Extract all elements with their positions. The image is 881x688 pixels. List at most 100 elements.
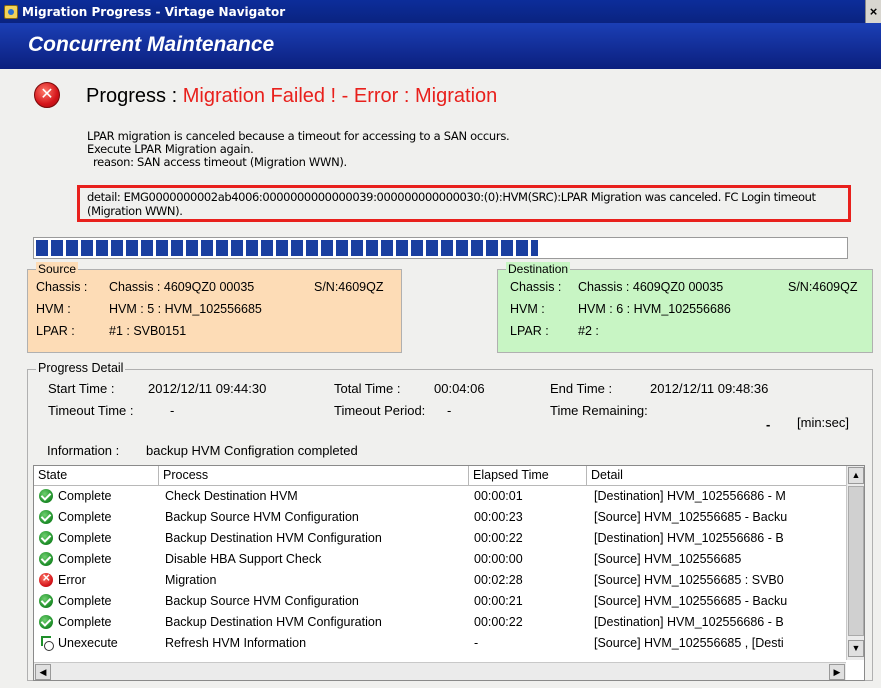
table-row[interactable]: Complete Backup Destination HVM Configur…: [34, 612, 846, 633]
row-detail: [Source] HVM_102556685: [594, 552, 742, 566]
message-reason: reason: SAN access timeout (Migration WW…: [93, 155, 347, 169]
destination-chassis-label: Chassis :: [510, 280, 562, 294]
row-detail: [Destination] HVM_102556686 - B: [594, 615, 784, 629]
start-time-value: 2012/12/11 09:44:30: [148, 381, 267, 396]
destination-lpar-value: #2 :: [578, 324, 599, 338]
column-header-elapsed-time[interactable]: Elapsed Time: [469, 466, 587, 486]
information-label: Information :: [47, 443, 120, 458]
error-icon: [39, 570, 53, 587]
row-state: Complete: [58, 510, 112, 524]
timeout-period-value: -: [447, 403, 452, 418]
row-state: Complete: [58, 594, 112, 608]
complete-icon: [39, 594, 53, 608]
progress-value: Migration Failed ! - Error : Migration: [182, 85, 498, 107]
window-title: Migration Progress - Virtage Navigator: [22, 4, 286, 19]
detail-box: detail: EMG0000000002ab4006:000000000000…: [77, 185, 851, 222]
table-row[interactable]: Complete Disable HBA Support Check 00:00…: [34, 549, 846, 570]
source-chassis-label: Chassis :: [36, 280, 88, 294]
end-time-label: End Time :: [550, 381, 613, 396]
destination-hvm-label: HVM :: [510, 302, 545, 316]
source-chassis-value: Chassis : 4609QZ0 00035: [109, 280, 255, 294]
row-detail: [Destination] HVM_102556686 - B: [594, 531, 784, 545]
row-process: Backup Source HVM Configuration: [165, 510, 359, 524]
complete-icon: [39, 531, 53, 545]
vertical-scroll-thumb[interactable]: [848, 486, 864, 636]
progress-detail-title: Progress Detail: [36, 361, 126, 375]
timeout-time-value: -: [170, 403, 175, 418]
table-row[interactable]: Complete Check Destination HVM 00:00:01 …: [34, 486, 846, 507]
horizontal-scrollbar[interactable]: ◀ ▶: [34, 662, 846, 680]
main-content: ✕ Progress : Migration Failed ! - Error …: [0, 69, 881, 688]
row-state: Complete: [58, 489, 112, 503]
time-remaining-label: Time Remaining:: [550, 403, 648, 418]
row-detail: [Destination] HVM_102556686 - M: [594, 489, 786, 503]
detail-text: detail: EMG0000000002ab4006:000000000000…: [87, 190, 816, 218]
start-time-label: Start Time :: [48, 381, 115, 396]
progress-status: Progress : Migration Failed ! - Error : …: [86, 85, 497, 108]
scroll-right-icon[interactable]: ▶: [829, 664, 845, 680]
destination-lpar-label: LPAR :: [510, 324, 549, 338]
row-process: Backup Destination HVM Configuration: [165, 615, 382, 629]
table-header: State Process Elapsed Time Detail: [34, 466, 846, 486]
table-row[interactable]: Unexecute Refresh HVM Information - [Sou…: [34, 633, 846, 654]
column-header-detail[interactable]: Detail: [587, 466, 846, 486]
destination-chassis-value: Chassis : 4609QZ0 00035: [578, 280, 724, 294]
row-process: Migration: [165, 573, 217, 587]
complete-icon: [39, 615, 53, 629]
source-title: Source: [36, 262, 79, 276]
app-icon: [4, 4, 18, 19]
complete-icon: [39, 489, 53, 503]
timeout-period-label: Timeout Period:: [334, 403, 426, 418]
information-value: backup HVM Configration completed: [146, 443, 358, 458]
row-elapsed: 00:00:21: [474, 594, 523, 608]
destination-serial: S/N:4609QZ: [788, 280, 858, 294]
complete-icon: [39, 552, 53, 566]
unexecute-icon: [39, 636, 54, 651]
row-process: Backup Source HVM Configuration: [165, 594, 359, 608]
destination-title: Destination: [506, 262, 571, 276]
row-elapsed: -: [474, 636, 479, 650]
scroll-left-icon[interactable]: ◀: [35, 664, 51, 680]
row-process: Disable HBA Support Check: [165, 552, 322, 566]
complete-icon: [39, 510, 53, 524]
row-detail: [Source] HVM_102556685 , [Desti: [594, 636, 784, 650]
row-process: Check Destination HVM: [165, 489, 298, 503]
close-icon[interactable]: ×: [865, 0, 881, 23]
row-process: Refresh HVM Information: [165, 636, 307, 650]
source-lpar-label: LPAR :: [36, 324, 75, 338]
row-state: Complete: [58, 531, 112, 545]
source-lpar-value: #1 : SVB0151: [109, 324, 187, 338]
column-header-state[interactable]: State: [34, 466, 159, 486]
row-elapsed: 00:00:23: [474, 510, 523, 524]
row-state: Error: [58, 573, 86, 587]
progress-label: Progress :: [86, 85, 178, 107]
column-header-process[interactable]: Process: [159, 466, 469, 486]
message-line-2: Execute LPAR Migration again.: [87, 142, 254, 156]
destination-hvm-value: HVM : 6 : HVM_102556686: [578, 302, 731, 316]
scroll-down-icon[interactable]: ▼: [848, 640, 864, 657]
row-detail: [Source] HVM_102556685 - Backu: [594, 594, 788, 608]
row-elapsed: 00:00:00: [474, 552, 523, 566]
progress-bar-fill: [36, 240, 538, 256]
source-serial: S/N:4609QZ: [314, 280, 384, 294]
table-row[interactable]: Complete Backup Destination HVM Configur…: [34, 528, 846, 549]
table-row[interactable]: Complete Backup Source HVM Configuration…: [34, 507, 846, 528]
row-elapsed: 00:00:01: [474, 489, 523, 503]
table-row[interactable]: Complete Backup Source HVM Configuration…: [34, 591, 846, 612]
row-state: Complete: [58, 552, 112, 566]
source-hvm-label: HVM :: [36, 302, 71, 316]
source-panel: Source Chassis : Chassis : 4609QZ0 00035…: [27, 262, 402, 353]
header-banner: Concurrent Maintenance: [0, 23, 881, 69]
source-hvm-value: HVM : 5 : HVM_102556685: [109, 302, 262, 316]
vertical-scrollbar[interactable]: ▲ ▼: [846, 466, 864, 660]
row-detail: [Source] HVM_102556685 : SVB0: [594, 573, 784, 587]
timeout-time-label: Timeout Time :: [48, 403, 134, 418]
progress-bar: [33, 237, 848, 259]
process-table: State Process Elapsed Time Detail Comple…: [33, 465, 865, 681]
scroll-up-icon[interactable]: ▲: [848, 467, 864, 484]
time-remaining-value: -: [766, 417, 771, 432]
table-row[interactable]: Error Migration 00:02:28 [Source] HVM_10…: [34, 570, 846, 591]
total-time-value: 00:04:06: [434, 381, 485, 396]
total-time-label: Total Time :: [334, 381, 401, 396]
table-body: Complete Check Destination HVM 00:00:01 …: [34, 486, 846, 658]
